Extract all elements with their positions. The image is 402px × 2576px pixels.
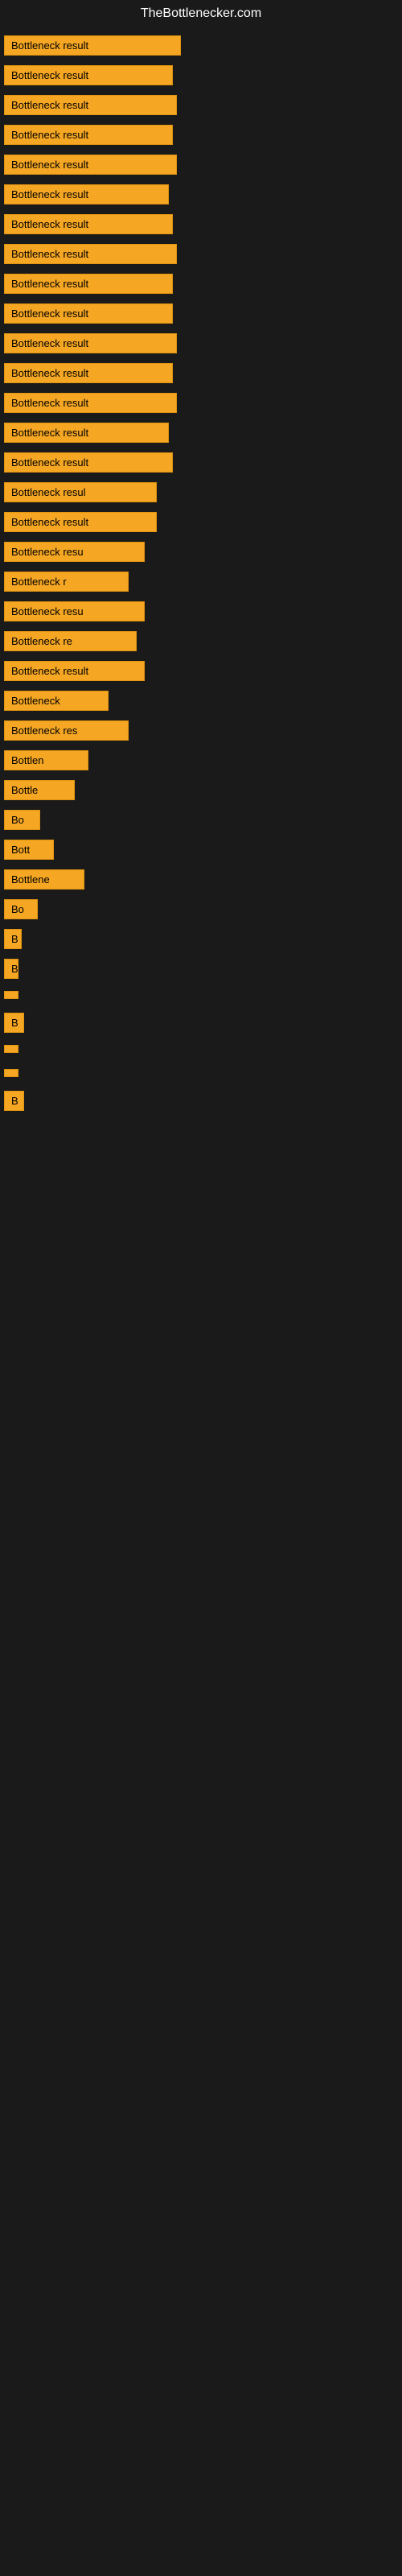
bottleneck-result-label: Bottleneck result — [4, 661, 145, 681]
site-title: TheBottlenecker.com — [0, 0, 402, 27]
bottleneck-result-label — [4, 991, 18, 999]
bottleneck-result-label: Bottleneck result — [4, 303, 173, 324]
list-item: Bottleneck result — [4, 661, 398, 681]
bottleneck-result-label: B — [4, 1091, 24, 1111]
list-item: Bottleneck result — [4, 423, 398, 443]
bottleneck-result-label: Bott — [4, 840, 54, 860]
bottleneck-result-label: Bottleneck result — [4, 214, 173, 234]
bottleneck-result-label: Bottlene — [4, 869, 84, 890]
bottleneck-result-label — [4, 1045, 18, 1053]
bottleneck-result-label: Bottleneck result — [4, 452, 173, 473]
list-item — [4, 989, 398, 1003]
list-item: Bottleneck result — [4, 452, 398, 473]
bottleneck-result-label: B — [4, 929, 22, 949]
list-item: Bottlen — [4, 750, 398, 770]
list-item — [4, 1067, 398, 1081]
bottleneck-result-label: Bottleneck re — [4, 631, 137, 651]
list-item: Bottleneck result — [4, 393, 398, 413]
bottleneck-result-label: B — [4, 1013, 24, 1033]
list-item: Bottleneck resu — [4, 601, 398, 621]
list-item: Bottleneck result — [4, 363, 398, 383]
bottleneck-result-label: Bottlen — [4, 750, 88, 770]
bottleneck-result-label: Bo — [4, 899, 38, 919]
list-item — [4, 1042, 398, 1057]
bottleneck-result-label: Bottleneck result — [4, 95, 177, 115]
bottleneck-result-label: Bottleneck r — [4, 572, 129, 592]
list-item: Bottleneck result — [4, 274, 398, 294]
list-item: Bottleneck result — [4, 303, 398, 324]
bottleneck-result-label: Bottleneck result — [4, 393, 177, 413]
list-item: Bottleneck result — [4, 95, 398, 115]
list-item: Bottleneck result — [4, 244, 398, 264]
list-item: Bottleneck result — [4, 512, 398, 532]
list-item: Bottleneck r — [4, 572, 398, 592]
bottleneck-result-label: Bottleneck result — [4, 423, 169, 443]
list-item: B — [4, 929, 398, 949]
bottleneck-result-label: Bottleneck resu — [4, 542, 145, 562]
list-item: Bottleneck re — [4, 631, 398, 651]
bottleneck-result-label: Bottleneck result — [4, 35, 181, 56]
bottleneck-result-label — [4, 1069, 18, 1077]
bottleneck-result-label: Bottleneck result — [4, 65, 173, 85]
bottleneck-result-label: Bottle — [4, 780, 75, 800]
bottleneck-result-label: Bottleneck result — [4, 363, 173, 383]
bottleneck-result-label: Bottleneck resul — [4, 482, 157, 502]
list-item: Bo — [4, 899, 398, 919]
list-item: Bottleneck — [4, 691, 398, 711]
list-item: Bottleneck res — [4, 720, 398, 741]
list-item: Bottle — [4, 780, 398, 800]
list-item: Bottleneck result — [4, 214, 398, 234]
list-item: Bo — [4, 810, 398, 830]
list-item: Bottleneck result — [4, 35, 398, 56]
bottleneck-result-label: Bottleneck result — [4, 333, 177, 353]
list-item: Bott — [4, 840, 398, 860]
bottleneck-result-label: B — [4, 959, 18, 979]
list-item: Bottleneck result — [4, 65, 398, 85]
bottleneck-result-label: Bottleneck result — [4, 184, 169, 204]
bottleneck-result-label: Bottleneck result — [4, 512, 157, 532]
bottleneck-result-label: Bottleneck result — [4, 244, 177, 264]
list-item: B — [4, 1091, 398, 1111]
list-item: Bottleneck result — [4, 184, 398, 204]
list-item: Bottleneck resu — [4, 542, 398, 562]
list-item: Bottleneck result — [4, 125, 398, 145]
bottleneck-result-label: Bottleneck result — [4, 155, 177, 175]
list-item: B — [4, 959, 398, 979]
bottleneck-result-label: Bo — [4, 810, 40, 830]
results-container: Bottleneck result Bottleneck result Bottle… — [0, 27, 402, 1129]
bottleneck-result-label: Bottleneck res — [4, 720, 129, 741]
list-item: Bottlene — [4, 869, 398, 890]
bottleneck-result-label: Bottleneck resu — [4, 601, 145, 621]
list-item: B — [4, 1013, 398, 1033]
list-item: Bottleneck result — [4, 155, 398, 175]
bottleneck-result-label: Bottleneck result — [4, 274, 173, 294]
list-item: Bottleneck result — [4, 333, 398, 353]
bottleneck-result-label: Bottleneck — [4, 691, 109, 711]
bottleneck-result-label: Bottleneck result — [4, 125, 173, 145]
list-item: Bottleneck resul — [4, 482, 398, 502]
